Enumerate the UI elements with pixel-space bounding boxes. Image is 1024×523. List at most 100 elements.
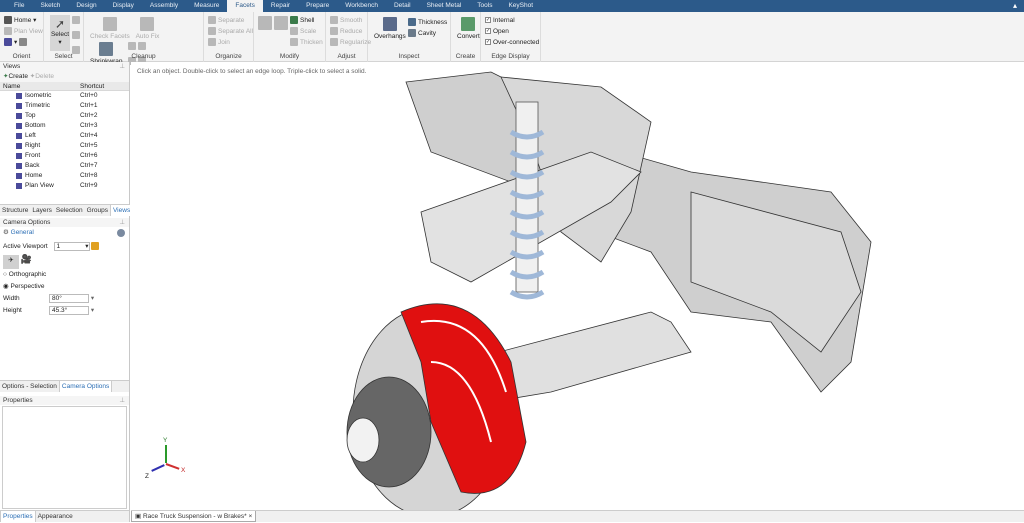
view-item[interactable]: Front Ctrl+6 [0,151,129,161]
scale-button[interactable]: Scale [290,26,323,37]
suspension-model[interactable] [131,62,1024,510]
menu-display[interactable]: Display [105,0,142,12]
group-create: Convert Create [451,12,481,62]
shell-icon [290,16,298,25]
shell-button[interactable]: Shell [290,15,323,26]
views-panel-header: Views ⊥ [0,62,129,71]
menu-repair[interactable]: Repair [263,0,298,12]
menu-prepare[interactable]: Prepare [298,0,337,12]
join-icon [208,38,216,47]
separate-all-button[interactable]: Separate All [208,26,253,37]
perspective-radio[interactable]: ◉ Perspective [0,281,129,293]
edge-internal-checkbox[interactable]: ✓ Internal [485,15,536,26]
tab-layers[interactable]: Layers [30,205,54,216]
view-item[interactable]: Top Ctrl+2 [0,111,129,121]
tab-properties[interactable]: Properties [0,511,36,522]
menu-sheet-metal[interactable]: Sheet Metal [419,0,470,12]
menu-assembly[interactable]: Assembly [142,0,186,12]
menu-measure[interactable]: Measure [186,0,227,12]
regularize-button[interactable]: Regularize [330,37,371,48]
select-button[interactable]: ➚ Select ▾ [50,15,70,51]
menu-facets[interactable]: Facets [227,0,263,12]
edge-over-connected-checkbox[interactable]: ✓ Over-connected [485,37,539,48]
view-item[interactable]: Right Ctrl+5 [0,141,129,151]
view-item[interactable]: Bottom Ctrl+3 [0,121,129,131]
pin-icon[interactable]: ⊥ [119,218,125,227]
select-option-icon[interactable] [72,31,80,39]
smooth-icon [330,16,338,25]
width-field[interactable]: 80° [49,293,89,303]
checkbox-icon: ✓ [485,17,491,24]
view-item[interactable]: Home Ctrl+8 [0,171,129,181]
camera-icon[interactable]: 🎥 [21,254,32,264]
overhangs-icon [382,17,397,31]
active-viewport-select[interactable]: 1 ▾ [53,241,90,251]
thickness-icon [408,18,416,27]
gear-icon: ⚙ [3,229,9,236]
tab-views[interactable]: Views [109,205,134,216]
cavity-button[interactable]: Cavity [408,28,447,39]
join-button[interactable]: Join [208,37,249,48]
view-item[interactable]: Back Ctrl+7 [0,161,129,171]
create-view-button[interactable]: ✦Create [3,73,28,80]
3d-viewport[interactable]: Click an object. Double-click to select … [131,62,1024,510]
thickness-button[interactable]: Thickness [408,17,447,28]
view-item[interactable]: Trimetric Ctrl+1 [0,101,129,111]
view-item[interactable]: Isometric Ctrl+0 [0,91,129,101]
height-dropdown-icon[interactable]: ▾ [91,307,94,314]
convert-button[interactable]: Convert [457,15,480,40]
menu-file[interactable]: File [6,0,32,12]
auto-fix-button[interactable]: Auto Fix [136,15,159,40]
home-button[interactable]: Home ▾ [4,15,39,26]
menu-workbench[interactable]: Workbench [337,0,386,12]
view-item[interactable]: Plan View Ctrl+9 [0,181,129,191]
group-select: ➚ Select ▾ Select [44,12,84,62]
tab-structure[interactable]: Structure [0,205,30,216]
pin-icon[interactable]: ⊥ [119,62,125,71]
check-facets-button[interactable]: Check Facets [90,15,130,40]
reduce-icon [330,27,338,36]
menu-sketch[interactable]: Sketch [32,0,68,12]
view-cube-icon [16,183,22,189]
delete-view-button[interactable]: ✦Delete [30,73,54,80]
overhangs-button[interactable]: Overhangs [374,15,406,40]
document-tab[interactable]: ▣ Race Truck Suspension - w Brakes* × [131,511,257,522]
orthographic-radio[interactable]: ○ Orthographic [0,269,129,281]
checkbox-icon: ✓ [485,39,491,46]
camera-move-icon[interactable]: ✈ [3,255,19,269]
tab-options-selection[interactable]: Options - Selection [0,381,59,392]
minimize-ribbon-icon[interactable]: ▴ [1010,1,1020,11]
view-cube-icon [16,163,22,169]
tab-appearance[interactable]: Appearance [36,511,75,522]
close-icon[interactable]: × [248,513,252,520]
tab-selection[interactable]: Selection [54,205,85,216]
group-inspect: Overhangs Thickness Cavity Inspect [368,12,451,62]
edge-open-checkbox[interactable]: ✓ Open [485,26,536,37]
menu-design[interactable]: Design [68,0,104,12]
menu-keyshot[interactable]: KeyShot [500,0,541,12]
view-cube-button[interactable]: ▾ [4,37,39,48]
menu-tools[interactable]: Tools [469,0,500,12]
modify-tool-icon[interactable] [273,16,288,30]
tab-groups[interactable]: Groups [85,205,110,216]
reduce-button[interactable]: Reduce [330,26,363,37]
left-panel: Views ⊥ ✦Create ✦Delete Name Shortcut Isom… [0,62,134,522]
width-dropdown-icon[interactable]: ▾ [91,295,94,302]
smooth-button[interactable]: Smooth [330,15,363,26]
plan-view-button[interactable]: Plan View [4,26,43,37]
modify-tool-icon[interactable] [258,16,272,30]
general-section-toggle[interactable]: General [11,229,34,236]
thicken-button[interactable]: Thicken [290,37,323,48]
separate-button[interactable]: Separate [208,15,249,26]
height-field[interactable]: 45.3° [49,305,89,315]
view-cube-icon [16,133,22,139]
group-modify: Shell Scale Thicken Modify [254,12,326,62]
view-cube-icon [16,93,22,99]
select-option-icon[interactable] [72,16,80,24]
pin-icon[interactable]: ⊥ [119,396,125,405]
menu-detail[interactable]: Detail [386,0,419,12]
collapse-icon[interactable] [117,229,125,237]
tab-camera-options[interactable]: Camera Options [58,381,113,392]
viewport-lock-icon[interactable] [91,242,100,251]
view-item[interactable]: Left Ctrl+4 [0,131,129,141]
